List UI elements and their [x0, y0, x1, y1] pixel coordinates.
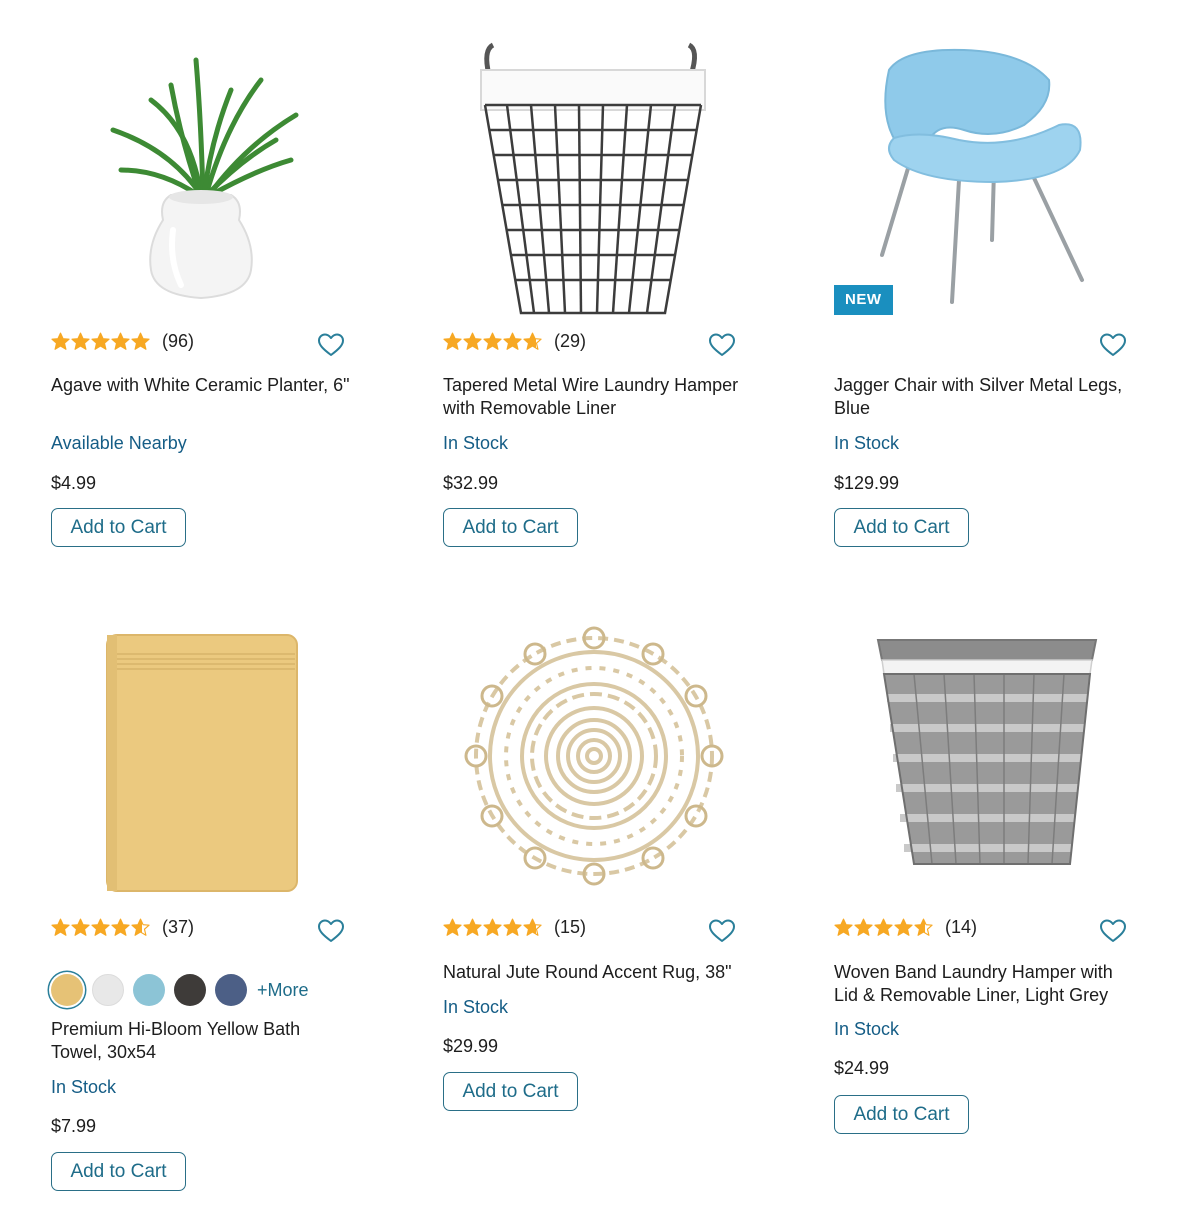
add-to-cart-button[interactable]: Add to Cart [834, 1095, 969, 1134]
star-icon [51, 918, 70, 936]
stock-status: In Stock [834, 1019, 900, 1039]
product-title[interactable]: Jagger Chair with Silver Metal Legs, Blu… [834, 374, 1134, 420]
swatch-navy[interactable] [215, 974, 247, 1006]
add-to-cart-button[interactable]: Add to Cart [51, 1152, 186, 1191]
star-icon [523, 332, 542, 350]
star-icon [71, 332, 90, 350]
stock-status: In Stock [443, 433, 509, 453]
agave-plant-icon[interactable] [51, 30, 351, 310]
swatch-aqua[interactable] [133, 974, 165, 1006]
product-title[interactable]: Woven Band Laundry Hamper with Lid & Rem… [834, 961, 1134, 1007]
rating: (37) [51, 916, 351, 942]
star-icon [854, 918, 873, 936]
stock-status: Available Nearby [51, 433, 187, 453]
star-icon [443, 918, 462, 936]
stock-status: In Stock [51, 1077, 117, 1097]
review-count: (37) [162, 917, 195, 937]
star-icon [483, 332, 502, 350]
star-rating [443, 918, 542, 937]
price: $7.99 [51, 1116, 97, 1136]
review-count: (96) [162, 331, 195, 351]
rating: (29) [443, 330, 743, 356]
star-rating [443, 332, 542, 351]
review-count: (15) [554, 917, 587, 937]
price: $129.99 [834, 473, 900, 493]
star-icon [503, 918, 522, 936]
add-to-cart-button[interactable]: Add to Cart [443, 508, 578, 547]
star-icon [443, 332, 462, 350]
star-icon [91, 332, 110, 350]
add-to-cart-button[interactable]: Add to Cart [51, 508, 186, 547]
yellow-towel-icon[interactable] [51, 616, 351, 896]
heart-icon[interactable] [708, 332, 736, 358]
star-icon [71, 918, 90, 936]
product-title[interactable]: Tapered Metal Wire Laundry Hamper with R… [443, 374, 743, 420]
star-icon [131, 332, 150, 350]
more-colors-link[interactable]: +More [257, 980, 309, 1001]
add-to-cart-button[interactable]: Add to Cart [443, 1072, 578, 1111]
color-swatches: +More [51, 974, 309, 1006]
blue-chair-icon[interactable] [834, 30, 1134, 310]
star-icon [131, 918, 150, 936]
product-title[interactable]: Natural Jute Round Accent Rug, 38" [443, 961, 743, 984]
star-icon [91, 918, 110, 936]
new-badge: NEW [834, 285, 893, 315]
star-icon [914, 918, 933, 936]
star-icon [111, 918, 130, 936]
star-icon [503, 332, 522, 350]
rating: (15) [443, 916, 743, 942]
price: $32.99 [443, 473, 499, 493]
price: $4.99 [51, 473, 97, 493]
add-to-cart-button[interactable]: Add to Cart [834, 508, 969, 547]
heart-icon[interactable] [1099, 332, 1127, 358]
star-icon [874, 918, 893, 936]
star-icon [483, 918, 502, 936]
jute-rug-icon[interactable] [443, 616, 743, 896]
star-icon [834, 918, 853, 936]
review-count: (29) [554, 331, 587, 351]
rating: (96) [51, 330, 351, 356]
heart-icon[interactable] [708, 918, 736, 944]
product-title[interactable]: Agave with White Ceramic Planter, 6" [51, 374, 351, 397]
star-rating [834, 918, 933, 937]
price: $24.99 [834, 1058, 890, 1078]
swatch-yellow[interactable] [51, 974, 83, 1006]
star-icon [523, 918, 542, 936]
heart-icon[interactable] [1099, 918, 1127, 944]
heart-icon[interactable] [317, 918, 345, 944]
star-icon [463, 918, 482, 936]
review-count: (14) [945, 917, 978, 937]
star-rating [51, 918, 150, 937]
price: $29.99 [443, 1036, 499, 1056]
product-title[interactable]: Premium Hi-Bloom Yellow Bath Towel, 30x5… [51, 1018, 351, 1064]
star-icon [111, 332, 130, 350]
rating: (14) [834, 916, 1134, 942]
star-icon [894, 918, 913, 936]
star-icon [51, 332, 70, 350]
wire-hamper-icon[interactable] [443, 30, 743, 315]
star-rating [51, 332, 150, 351]
stock-status: In Stock [834, 433, 900, 453]
swatch-charcoal[interactable] [174, 974, 206, 1006]
woven-hamper-icon[interactable] [834, 616, 1134, 896]
stock-status: In Stock [443, 997, 509, 1017]
swatch-white[interactable] [92, 974, 124, 1006]
heart-icon[interactable] [317, 332, 345, 358]
star-icon [463, 332, 482, 350]
